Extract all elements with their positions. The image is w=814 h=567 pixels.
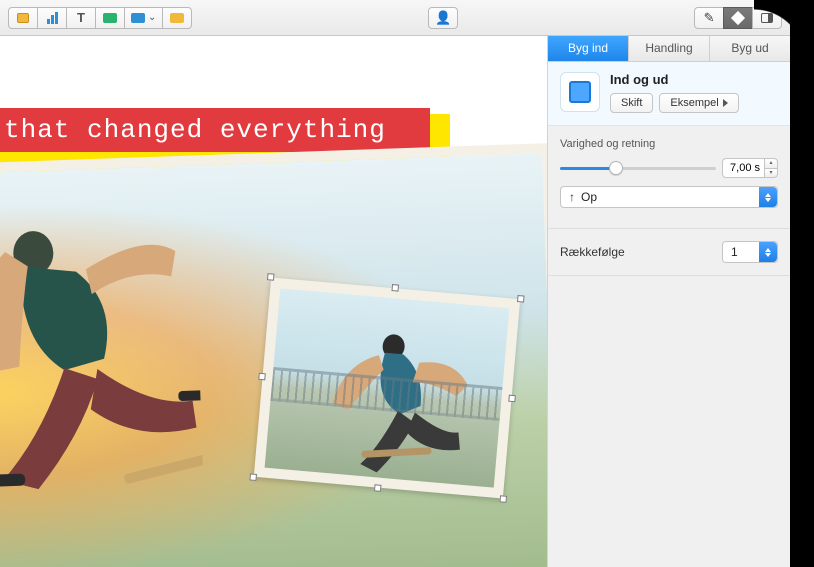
insert-chart-button[interactable] <box>37 7 67 29</box>
duration-stepper[interactable]: ▴▾ <box>722 158 778 178</box>
tab-build-in[interactable]: Byg ind <box>548 36 629 61</box>
stepper-up[interactable]: ▴ <box>764 158 778 168</box>
tab-action[interactable]: Handling <box>629 36 710 61</box>
preview-effect-button[interactable]: Eksempel <box>659 93 738 113</box>
format-inspector-button[interactable]: ✎ <box>694 7 724 29</box>
person-icon: 👤 <box>435 10 451 26</box>
duration-direction-section: Varighed og retning ▴▾ ↑ Op <box>548 126 790 229</box>
brush-icon: ✎ <box>704 10 715 26</box>
insert-text-button[interactable]: T <box>66 7 96 29</box>
insert-shape-button[interactable] <box>95 7 125 29</box>
duration-slider[interactable] <box>560 160 716 176</box>
insert-media-button[interactable]: ⌄ <box>124 7 163 29</box>
select-arrows-icon <box>759 242 777 262</box>
effect-summary: Ind og ud Skift Eksempel <box>548 62 790 126</box>
select-arrows-icon <box>759 187 777 207</box>
photo-secondary[interactable] <box>254 277 520 498</box>
order-label: Rækkefølge <box>560 245 625 259</box>
play-icon <box>723 99 728 107</box>
animate-inspector-button[interactable] <box>723 7 753 29</box>
effect-thumbnail-icon <box>560 72 600 112</box>
section-header-duration: Varighed og retning <box>560 138 778 150</box>
change-effect-button[interactable]: Skift <box>610 93 653 113</box>
chevron-down-icon: ⌄ <box>148 12 156 23</box>
duration-input[interactable] <box>722 158 764 178</box>
slide-headline[interactable]: that changed everything <box>0 108 430 152</box>
stepper-down[interactable]: ▾ <box>764 168 778 179</box>
diamond-icon <box>731 10 745 24</box>
order-select[interactable]: 1 <box>722 241 778 263</box>
order-section: Rækkefølge 1 <box>548 229 790 276</box>
slide-canvas[interactable]: that changed everything <box>0 36 547 567</box>
arrow-up-icon: ↑ <box>569 190 575 204</box>
direction-select[interactable]: ↑ Op <box>560 186 778 208</box>
insert-comment-button[interactable] <box>162 7 192 29</box>
skater-figure <box>0 206 204 494</box>
toolbar: T ⌄ 👤 ✎ <box>0 0 790 36</box>
insert-table-button[interactable] <box>8 7 38 29</box>
collaborate-button[interactable]: 👤 <box>428 7 458 29</box>
effect-name: Ind og ud <box>610 72 778 87</box>
inspector-panel: Byg ind Handling Byg ud Ind og ud Skift … <box>547 36 790 567</box>
